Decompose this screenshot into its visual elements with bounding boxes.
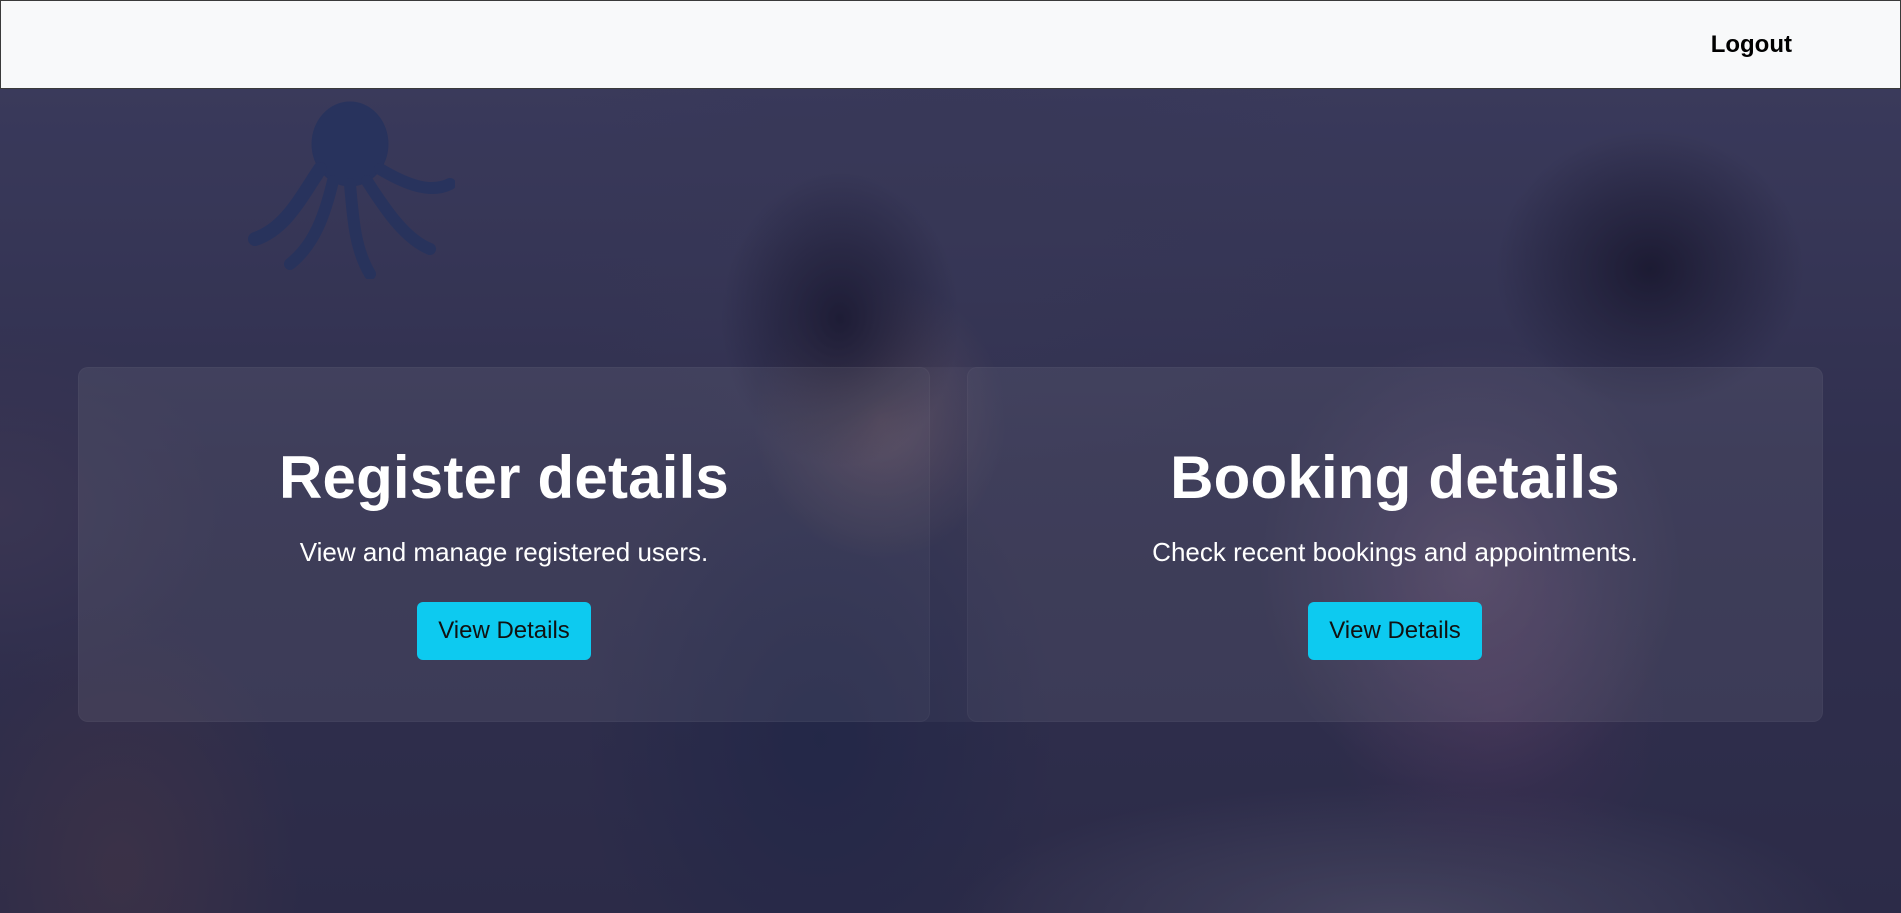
- booking-view-details-button[interactable]: View Details: [1308, 601, 1482, 660]
- register-details-card: Register details View and manage registe…: [78, 367, 930, 722]
- cards-container: Register details View and manage registe…: [78, 367, 1823, 722]
- booking-card-description: Check recent bookings and appointments.: [1152, 537, 1638, 567]
- register-card-title: Register details: [278, 444, 730, 511]
- logout-link[interactable]: Logout: [1711, 31, 1792, 59]
- booking-card-title: Booking details: [1170, 444, 1620, 511]
- register-card-description: View and manage registered users.: [299, 537, 709, 567]
- hero-section: Register details View and manage registe…: [0, 89, 1901, 913]
- top-navbar: Logout: [0, 0, 1901, 89]
- booking-details-card: Booking details Check recent bookings an…: [967, 367, 1823, 722]
- register-view-details-button[interactable]: View Details: [417, 601, 591, 660]
